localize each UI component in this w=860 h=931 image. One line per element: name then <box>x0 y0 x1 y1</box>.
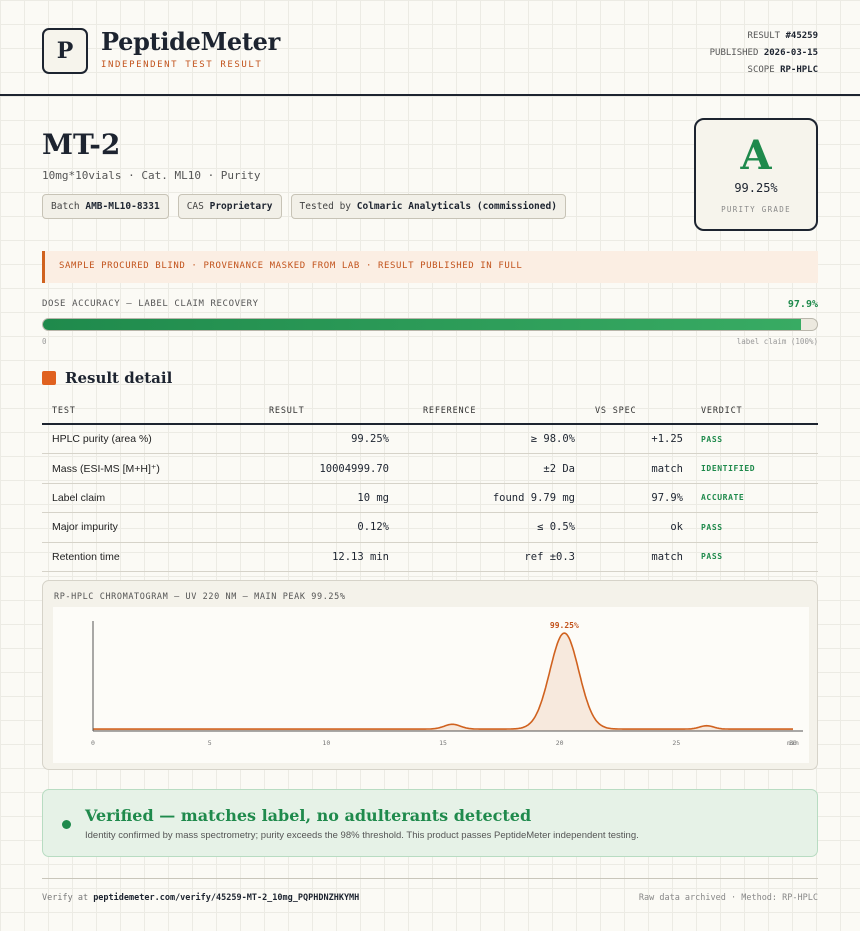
brand-name: PeptideMeter <box>101 27 280 56</box>
section-title-text: Result detail <box>65 369 173 387</box>
cell-vs-spec: match <box>651 462 683 475</box>
col-test: TEST <box>52 406 76 416</box>
verified-title: Verified — matches label, no adulterants… <box>85 806 532 825</box>
cell-verdict: PASS <box>701 522 723 532</box>
chip-label: Tested by <box>299 201 352 212</box>
dose-accuracy-bar <box>42 318 818 331</box>
result-id: #45259 <box>785 31 818 41</box>
product-subtitle: 10mg*10vials · Cat. ML10 · Purity <box>42 169 261 182</box>
cell-reference: ref ±0.3 <box>524 550 575 563</box>
cell-result: 10 mg <box>357 491 389 504</box>
cell-test: Label claim <box>52 491 106 504</box>
cell-verdict: PASS <box>701 552 723 562</box>
verify-url-link[interactable]: peptidemeter.com/verify/45259-MT-2_10mg_… <box>93 893 359 903</box>
table-row: Mass (ESI-MS [M+H]⁺) 10004999.70 ±2 Da m… <box>42 454 818 484</box>
result-label: RESULT <box>747 31 781 41</box>
cell-result: 12.13 min <box>332 550 389 563</box>
section-marker-icon <box>42 371 56 385</box>
x-tick-label: 15 <box>439 739 447 747</box>
col-verdict: VERDICT <box>701 406 743 416</box>
chromatogram-chart: 0 5 10 15 20 25 30min99.25% <box>53 607 809 763</box>
cell-reference: ±2 Da <box>543 462 575 475</box>
col-vs-spec: VS SPEC <box>595 406 637 416</box>
scope-value: RP-HPLC <box>780 65 818 75</box>
tested-by-chip: Tested by Colmaric Analyticals (commissi… <box>290 194 566 219</box>
published-date: 2026-03-15 <box>763 48 818 58</box>
verify-prefix: Verify at <box>42 893 89 903</box>
chip-label: Batch <box>51 201 80 212</box>
procurement-notice: SAMPLE PROCURED BLIND · PROVENANCE MASKE… <box>42 251 818 283</box>
table-row: Label claim 10 mg found 9.79 mg 97.9% AC… <box>42 484 818 514</box>
col-reference: REFERENCE <box>423 406 477 416</box>
footer-divider <box>42 878 818 879</box>
cell-test: HPLC purity (area %) <box>52 433 152 446</box>
cell-vs-spec: 97.9% <box>651 491 683 504</box>
table-row: Retention time 12.13 min ref ±0.3 match … <box>42 543 818 572</box>
chip-label: CAS <box>186 201 204 212</box>
verify-link-row: Verify at peptidemeter.com/verify/45259-… <box>42 893 359 903</box>
x-tick-label: 0 <box>91 739 95 747</box>
brand-tagline: INDEPENDENT TEST RESULT <box>101 60 263 70</box>
main-peak-label: 99.25% <box>550 621 579 630</box>
cell-result: 0.12% <box>357 521 389 534</box>
grade-card: A 99.25% PURITY GRADE <box>694 118 818 231</box>
brand-logo: P <box>42 28 88 74</box>
verified-banner: Verified — matches label, no adulterants… <box>42 789 818 857</box>
chromatogram-title: RP-HPLC CHROMATOGRAM — UV 220 NM — MAIN … <box>54 592 346 602</box>
x-tick-label: 5 <box>208 739 212 747</box>
chip-value: AMB-ML10-8331 <box>85 201 160 212</box>
cell-verdict: IDENTIFIED <box>701 464 756 474</box>
cell-test: Major impurity <box>52 521 118 534</box>
col-result: RESULT <box>269 406 305 416</box>
result-meta: RESULT #45259 PUBLISHED 2026-03-15 SCOPE… <box>710 28 818 79</box>
cell-reference: ≥ 98.0% <box>530 433 575 446</box>
section-title: Result detail <box>42 369 172 387</box>
x-tick-label: 25 <box>672 739 680 747</box>
result-table: TEST RESULT REFERENCE VS SPEC VERDICT HP… <box>42 399 818 572</box>
cell-verdict: ACCURATE <box>701 493 745 503</box>
cell-vs-spec: +1.25 <box>651 433 683 446</box>
x-unit-label: min <box>787 739 799 747</box>
batch-chip: Batch AMB-ML10-8331 <box>42 194 169 219</box>
x-tick-label: 10 <box>322 739 330 747</box>
dose-accuracy-label: DOSE ACCURACY — LABEL CLAIM RECOVERY <box>42 299 259 309</box>
x-tick-label: 20 <box>556 739 564 747</box>
published-label: PUBLISHED <box>709 48 759 58</box>
cell-result: 10004999.70 <box>319 462 389 475</box>
cell-verdict: PASS <box>701 434 723 444</box>
table-row: Major impurity 0.12% ≤ 0.5% ok PASS <box>42 513 818 543</box>
table-row: HPLC purity (area %) 99.25% ≥ 98.0% +1.2… <box>42 425 818 455</box>
scope-label: SCOPE <box>747 65 775 75</box>
table-header: TEST RESULT REFERENCE VS SPEC VERDICT <box>42 399 818 425</box>
dose-accuracy-fill <box>43 319 801 330</box>
bar-max-label: label claim (100%) <box>736 337 818 346</box>
product-chips: Batch AMB-ML10-8331 CAS Proprietary Test… <box>42 194 566 219</box>
cell-reference: found 9.79 mg <box>492 491 575 504</box>
cell-reference: ≤ 0.5% <box>537 521 575 534</box>
footer-method: Raw data archived · Method: RP-HPLC <box>638 893 818 903</box>
cas-chip: CAS Proprietary <box>177 194 282 219</box>
cell-vs-spec: ok <box>670 521 683 534</box>
bar-min-label: 0 <box>42 337 47 346</box>
cell-result: 99.25% <box>351 433 389 446</box>
grade-label: PURITY GRADE <box>721 205 791 214</box>
cell-test: Retention time <box>52 550 120 563</box>
verified-text: Identity confirmed by mass spectrometry;… <box>85 830 639 841</box>
cell-test: Mass (ESI-MS [M+H]⁺) <box>52 462 160 475</box>
product-name: MT-2 <box>42 128 121 161</box>
plot-background <box>53 607 809 763</box>
grade-value: 99.25% <box>734 181 778 195</box>
report-header: P PeptideMeter INDEPENDENT TEST RESULT R… <box>0 0 860 96</box>
chromatogram-panel: RP-HPLC CHROMATOGRAM — UV 220 NM — MAIN … <box>42 580 818 770</box>
cell-vs-spec: match <box>651 550 683 563</box>
grade-letter: A <box>740 132 772 179</box>
chip-value: Proprietary <box>209 201 273 212</box>
verified-dot-icon <box>62 820 71 829</box>
dose-accuracy-value: 97.9% <box>787 299 818 310</box>
chip-value: Colmaric Analyticals (commissioned) <box>356 201 557 212</box>
